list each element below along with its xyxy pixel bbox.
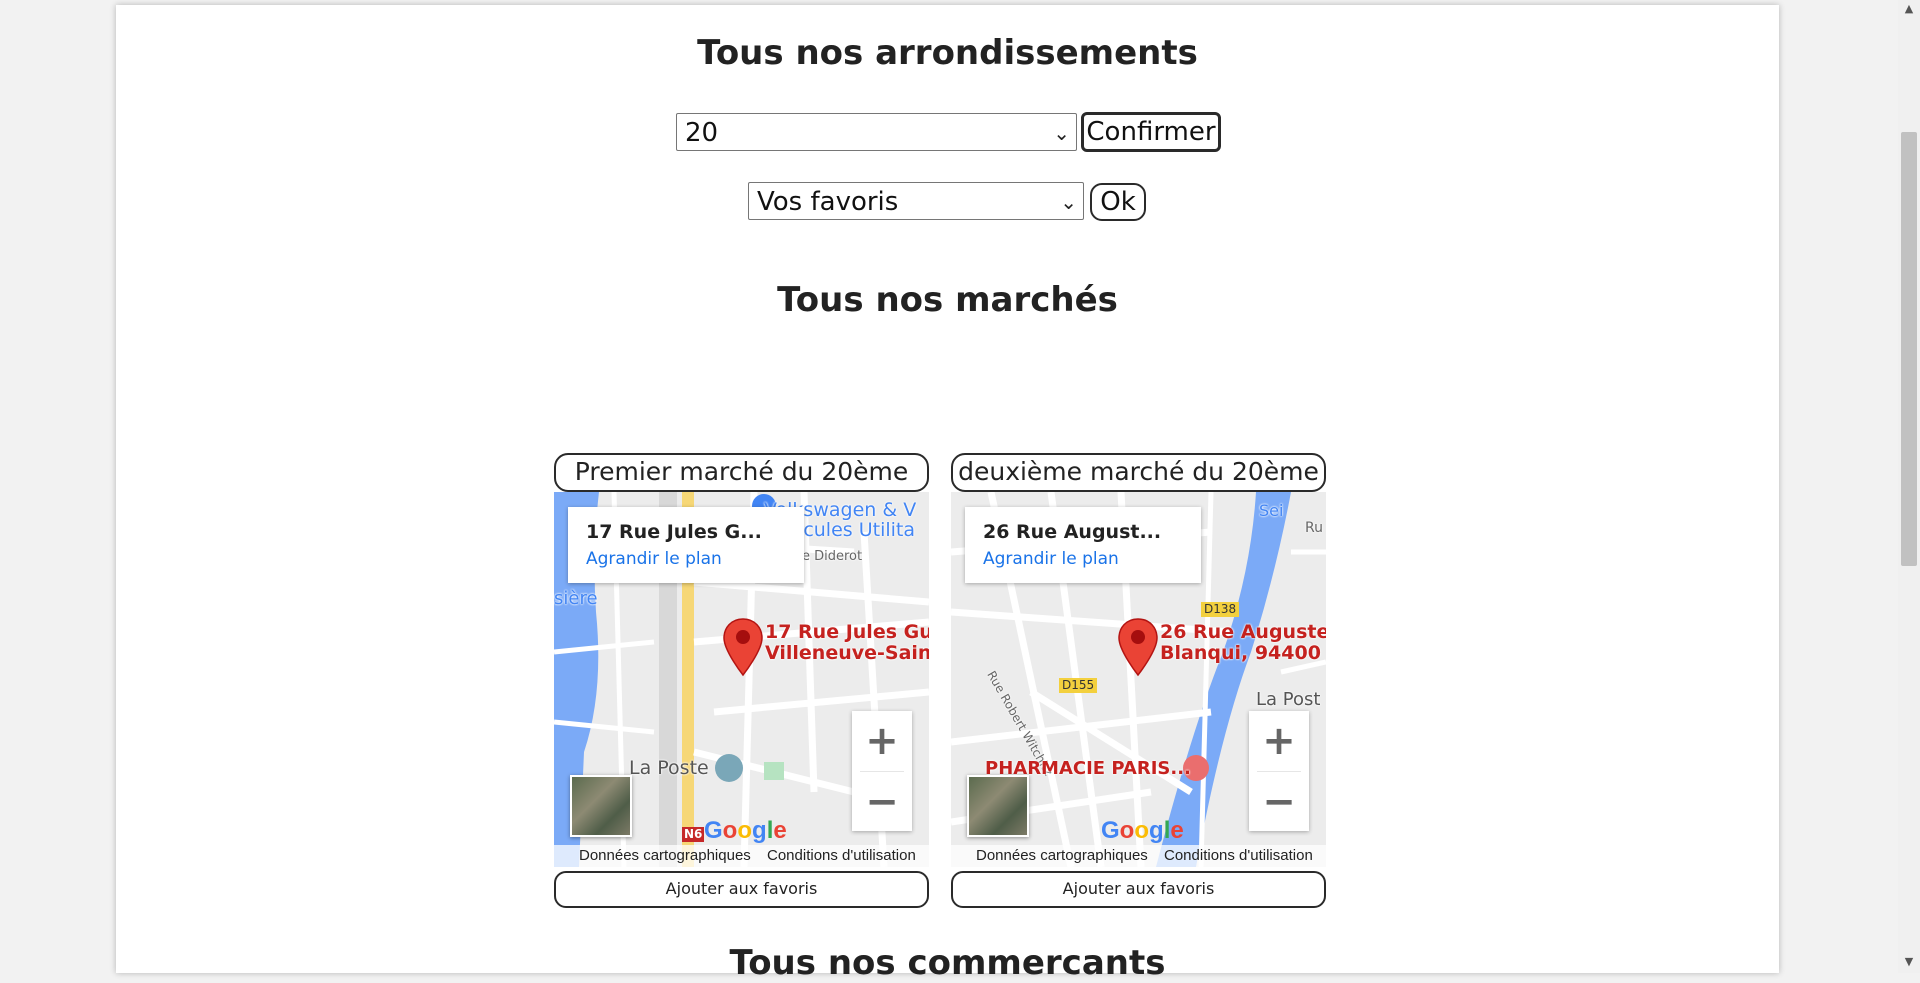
- arrondissements-heading: Tous nos arrondissements: [697, 33, 1198, 73]
- zoom-in-button[interactable]: +: [852, 711, 912, 771]
- market-card-2: deuxième marché du 20ème D138 D155 Rue R…: [951, 453, 1326, 913]
- markets-heading: Tous nos marchés: [777, 280, 1118, 320]
- arrondissement-select-value: 20: [685, 118, 719, 148]
- map-label: sière: [554, 588, 598, 609]
- enlarge-map-link[interactable]: Agrandir le plan: [586, 549, 804, 569]
- road-badge: N6: [682, 827, 705, 842]
- road-badge: D138: [1201, 602, 1240, 617]
- map-label: hicules Utilita: [786, 519, 916, 541]
- add-favorite-button[interactable]: Ajouter aux favoris: [951, 871, 1326, 908]
- chevron-down-icon: ⌄: [1060, 190, 1077, 214]
- zoom-control: + −: [1249, 711, 1309, 831]
- pin-label-line1: 26 Rue Auguste: [1160, 621, 1326, 643]
- pin-label-line2: Villeneuve-Saint...: [765, 642, 929, 664]
- map-label: La Poste: [629, 757, 709, 779]
- google-logo: Google: [1101, 817, 1184, 844]
- market-title: Premier marché du 20ème: [554, 453, 929, 492]
- terms-link[interactable]: Conditions d'utilisation: [767, 847, 916, 864]
- map-attribution: Données cartographiques Conditions d'uti…: [951, 845, 1326, 867]
- map-info-box: 17 Rue Jules G... Agrandir le plan: [568, 507, 804, 583]
- google-logo: Google: [704, 817, 787, 844]
- zoom-out-button[interactable]: −: [1249, 772, 1309, 832]
- map-2[interactable]: D138 D155 Rue Robert Witchitz La Post PH…: [951, 492, 1326, 867]
- favorites-select[interactable]: Vos favoris ⌄: [748, 182, 1084, 220]
- map-data-link[interactable]: Données cartographiques: [579, 847, 751, 864]
- market-card-1: Premier marché du 20ème Volkswagen & V h…: [554, 453, 929, 913]
- zoom-control: + −: [852, 711, 912, 831]
- scroll-down-icon[interactable]: ▼: [1898, 955, 1920, 968]
- satellite-toggle[interactable]: [967, 775, 1029, 837]
- map-data-link[interactable]: Données cartographiques: [976, 847, 1148, 864]
- favorites-select-value: Vos favoris: [757, 187, 899, 217]
- satellite-toggle[interactable]: [570, 775, 632, 837]
- map-pin-icon[interactable]: [722, 617, 764, 677]
- scrollbar-thumb[interactable]: [1901, 132, 1917, 566]
- road-badge: D155: [1059, 678, 1098, 693]
- zoom-out-button[interactable]: −: [852, 772, 912, 832]
- map-attribution: Données cartographiques Conditions d'uti…: [554, 845, 929, 867]
- map-label: e Diderot: [802, 549, 863, 564]
- zoom-in-button[interactable]: +: [1249, 711, 1309, 771]
- merchants-heading: Tous nos commercants: [729, 943, 1166, 983]
- pin-label-line1: 17 Rue Jules Gue: [765, 621, 929, 643]
- map-label: La Post: [1256, 689, 1321, 710]
- main-card: Tous nos arrondissements 20 ⌄ Confirmer …: [116, 5, 1779, 983]
- arrondissement-select[interactable]: 20 ⌄: [676, 113, 1077, 151]
- vertical-scrollbar[interactable]: ▲ ▼: [1898, 0, 1920, 973]
- ok-button[interactable]: Ok: [1090, 183, 1146, 221]
- map-pin-icon[interactable]: [1117, 617, 1159, 677]
- map-address: 17 Rue Jules G...: [586, 521, 762, 543]
- map-address: 26 Rue August...: [983, 521, 1162, 543]
- terms-link[interactable]: Conditions d'utilisation: [1164, 847, 1313, 864]
- map-1[interactable]: Volkswagen & V hicules Utilita e Diderot…: [554, 492, 929, 867]
- enlarge-map-link[interactable]: Agrandir le plan: [983, 549, 1201, 569]
- map-label: Sei: [1259, 501, 1284, 520]
- map-info-box: 26 Rue August... Agrandir le plan: [965, 507, 1201, 583]
- market-title: deuxième marché du 20ème: [951, 453, 1326, 492]
- map-label: Ru: [1305, 520, 1323, 536]
- chevron-down-icon: ⌄: [1053, 121, 1070, 145]
- add-favorite-button[interactable]: Ajouter aux favoris: [554, 871, 929, 908]
- scroll-up-icon[interactable]: ▲: [1898, 2, 1920, 15]
- confirm-button[interactable]: Confirmer: [1081, 112, 1221, 152]
- pin-label-line2: Blanqui, 94400 Vi: [1160, 642, 1326, 664]
